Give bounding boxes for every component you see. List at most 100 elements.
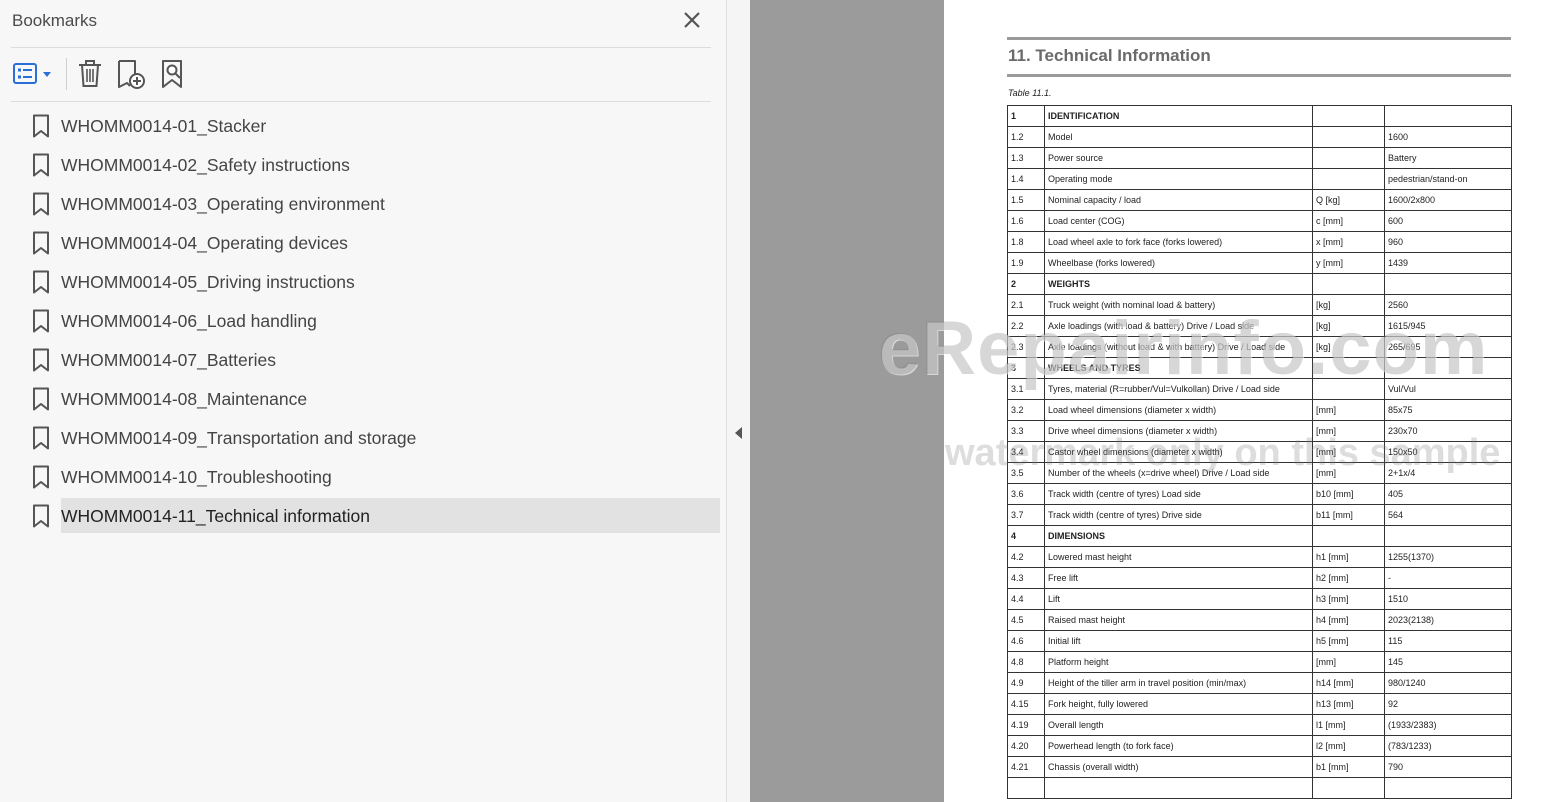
table-cell: Raised mast height bbox=[1044, 609, 1313, 631]
bookmark-icon bbox=[33, 231, 49, 255]
table-cell bbox=[1312, 525, 1385, 547]
new-bookmark-button[interactable] bbox=[116, 58, 148, 90]
bookmark-item[interactable]: WHOMM0014-07_Batteries bbox=[30, 342, 720, 377]
watermark-note: watermark only on this sample bbox=[945, 432, 1501, 474]
table-cell: 1.6 bbox=[1007, 210, 1045, 232]
table-cell: Overall length bbox=[1044, 714, 1313, 736]
bookmark-item[interactable]: WHOMM0014-03_Operating environment bbox=[30, 186, 720, 221]
table-row: 4.3 Free lift h2 [mm] - bbox=[1007, 567, 1512, 589]
table-cell: 3.6 bbox=[1007, 483, 1045, 505]
bookmark-item[interactable]: WHOMM0014-11_Technical information bbox=[30, 498, 720, 533]
table-cell bbox=[1312, 777, 1385, 799]
bookmark-icon bbox=[33, 387, 49, 411]
table-row: 4.20 Powerhead length (to fork face) l2 [m… bbox=[1007, 735, 1512, 757]
table-cell: 1.2 bbox=[1007, 126, 1045, 148]
table-cell: 2023(2138) bbox=[1384, 609, 1512, 631]
table-row: 4.4 Lift h3 [mm] 1510 bbox=[1007, 588, 1512, 610]
bookmark-label: WHOMM0014-10_Troubleshooting bbox=[61, 467, 332, 487]
table-cell: Battery bbox=[1384, 147, 1512, 169]
table-cell: h4 [mm] bbox=[1312, 609, 1385, 631]
bookmark-label: WHOMM0014-07_Batteries bbox=[61, 350, 276, 370]
table-cell: 4.15 bbox=[1007, 693, 1045, 715]
table-cell: 1.4 bbox=[1007, 168, 1045, 190]
table-row: 3.2 Load wheel dimensions (diameter x wid… bbox=[1007, 399, 1512, 421]
table-cell: Power source bbox=[1044, 147, 1313, 169]
table-cell: l2 [mm] bbox=[1312, 735, 1385, 757]
bookmark-icon bbox=[33, 153, 49, 177]
table-row: 4.8 Platform height [mm] 145 bbox=[1007, 651, 1512, 673]
options-menu-button[interactable] bbox=[12, 60, 56, 88]
table-cell: 4.4 bbox=[1007, 588, 1045, 610]
table-cell: Powerhead length (to fork face) bbox=[1044, 735, 1313, 757]
table-cell: h1 [mm] bbox=[1312, 546, 1385, 568]
table-cell: IDENTIFICATION bbox=[1044, 105, 1313, 127]
delete-bookmark-button[interactable] bbox=[76, 58, 104, 90]
table-cell: b10 [mm] bbox=[1312, 483, 1385, 505]
table-cell: - bbox=[1384, 567, 1512, 589]
table-cell: Track width (centre of tyres) Drive side bbox=[1044, 504, 1313, 526]
trash-icon bbox=[79, 60, 101, 87]
table-row: 1 IDENTIFICATION bbox=[1007, 105, 1512, 127]
table-cell: pedestrian/stand-on bbox=[1384, 168, 1512, 190]
bookmark-search-icon bbox=[162, 60, 182, 88]
table-cell: (1933/2383) bbox=[1384, 714, 1512, 736]
panel-splitter[interactable] bbox=[727, 0, 750, 802]
table-cell: h13 [mm] bbox=[1312, 693, 1385, 715]
bookmark-item[interactable]: WHOMM0014-06_Load handling bbox=[30, 303, 720, 338]
table-cell bbox=[1044, 777, 1313, 799]
table-cell: 115 bbox=[1384, 630, 1512, 652]
table-row: 1.4 Operating mode pedestrian/stand-on bbox=[1007, 168, 1512, 190]
table-cell: Operating mode bbox=[1044, 168, 1313, 190]
bookmark-item[interactable]: WHOMM0014-09_Transportation and storage bbox=[30, 420, 720, 455]
bookmark-item[interactable]: WHOMM0014-04_Operating devices bbox=[30, 225, 720, 260]
table-cell: 1.9 bbox=[1007, 252, 1045, 274]
table-row: 4.9 Height of the tiller arm in travel po… bbox=[1007, 672, 1512, 694]
table-cell: 405 bbox=[1384, 483, 1512, 505]
table-row: 1.2 Model 1600 bbox=[1007, 126, 1512, 148]
table-cell: DIMENSIONS bbox=[1044, 525, 1313, 547]
table-cell: 564 bbox=[1384, 504, 1512, 526]
table-cell bbox=[1384, 273, 1512, 295]
collapse-panel-button[interactable] bbox=[733, 426, 745, 440]
table-cell: Initial lift bbox=[1044, 630, 1313, 652]
table-cell bbox=[1312, 105, 1385, 127]
table-cell bbox=[1384, 525, 1512, 547]
table-cell: 1.8 bbox=[1007, 231, 1045, 253]
table-row: 1.9 Wheelbase (forks lowered) y [mm] 1439 bbox=[1007, 252, 1512, 274]
table-cell: 4.9 bbox=[1007, 672, 1045, 694]
table-cell: Load center (COG) bbox=[1044, 210, 1313, 232]
table-cell: Lowered mast height bbox=[1044, 546, 1313, 568]
table-cell: Fork height, fully lowered bbox=[1044, 693, 1313, 715]
table-cell: 1510 bbox=[1384, 588, 1512, 610]
bookmark-icon bbox=[33, 465, 49, 489]
table-caption: Table 11.1. bbox=[1008, 88, 1052, 98]
bookmark-item[interactable]: WHOMM0014-10_Troubleshooting bbox=[30, 459, 720, 494]
table-cell bbox=[1312, 168, 1385, 190]
bookmark-label: WHOMM0014-03_Operating environment bbox=[61, 194, 385, 214]
bookmark-icon bbox=[33, 504, 49, 528]
table-cell: 980/1240 bbox=[1384, 672, 1512, 694]
table-row: 4.5 Raised mast height h4 [mm] 2023(2138) bbox=[1007, 609, 1512, 631]
page-heading: 11. Technical Information bbox=[1008, 46, 1211, 65]
table-cell: 4 bbox=[1007, 525, 1045, 547]
bookmark-item[interactable]: WHOMM0014-02_Safety instructions bbox=[30, 147, 720, 182]
close-panel-button[interactable] bbox=[680, 8, 704, 32]
bookmark-item[interactable]: WHOMM0014-01_Stacker bbox=[30, 108, 720, 143]
table-cell: b1 [mm] bbox=[1312, 756, 1385, 778]
find-bookmark-button[interactable] bbox=[160, 58, 190, 90]
table-cell: 1439 bbox=[1384, 252, 1512, 274]
bookmark-item[interactable]: WHOMM0014-08_Maintenance bbox=[30, 381, 720, 416]
table-row: 2 WEIGHTS bbox=[1007, 273, 1512, 295]
document-background bbox=[750, 0, 944, 802]
title-divider bbox=[11, 47, 711, 48]
document-page: 11. Technical Information Table 11.1. 1I… bbox=[944, 0, 1541, 802]
table-cell bbox=[1312, 126, 1385, 148]
heading-top-rule bbox=[1007, 37, 1511, 40]
table-cell: 4.2 bbox=[1007, 546, 1045, 568]
table-cell bbox=[1312, 273, 1385, 295]
table-cell: 1255(1370) bbox=[1384, 546, 1512, 568]
table-row: 4.15 Fork height, fully lowered h13 [mm] 92 bbox=[1007, 693, 1512, 715]
table-cell: 145 bbox=[1384, 651, 1512, 673]
table-cell: 790 bbox=[1384, 756, 1512, 778]
bookmark-item[interactable]: WHOMM0014-05_Driving instructions bbox=[30, 264, 720, 299]
